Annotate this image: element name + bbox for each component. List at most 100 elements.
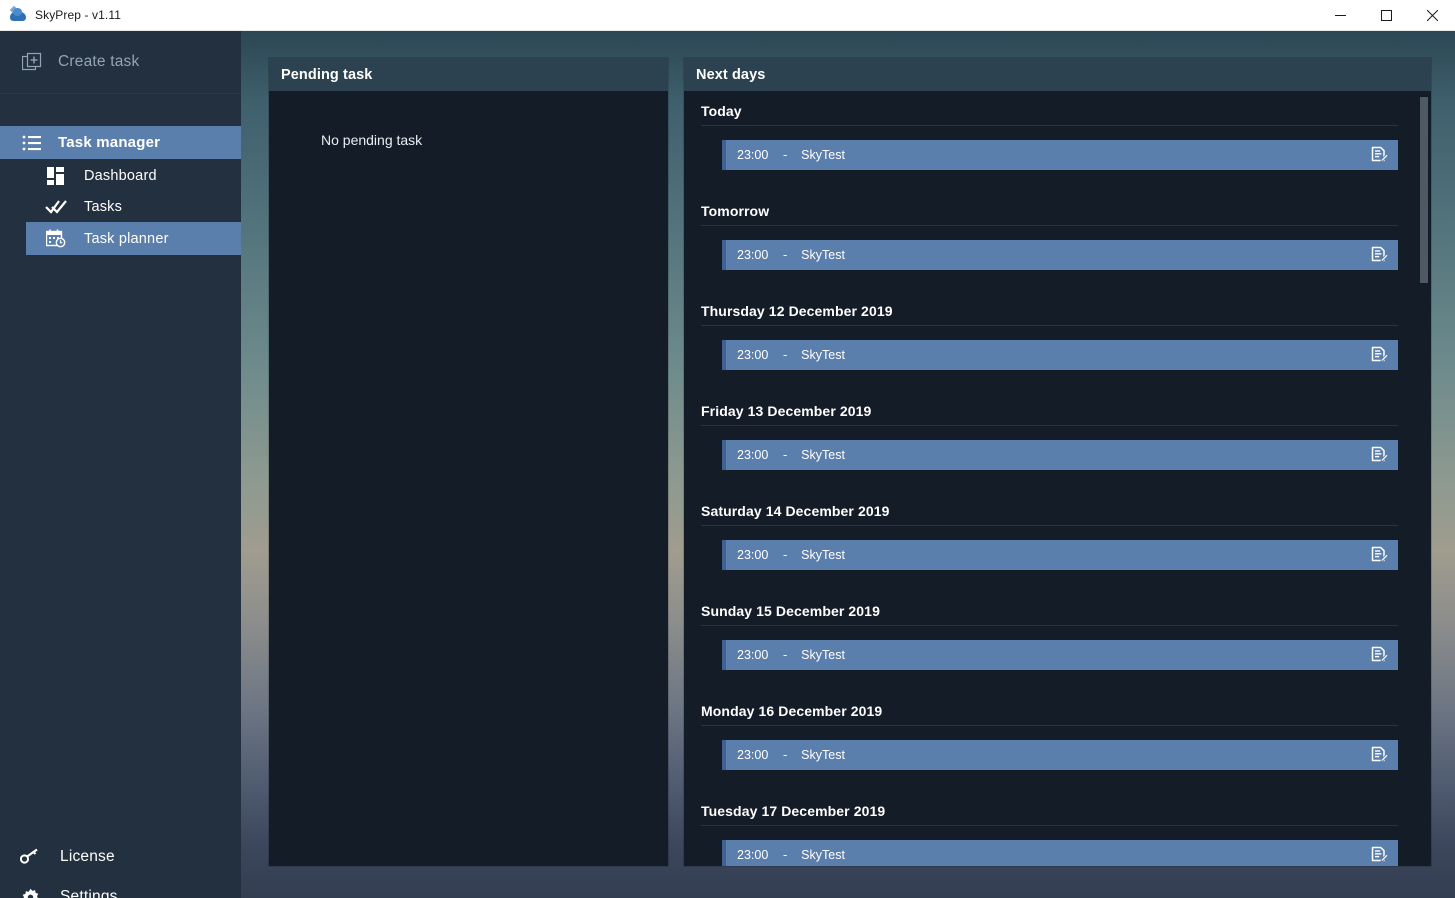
window-controls [1317, 0, 1455, 30]
day-divider [701, 125, 1398, 126]
add-square-icon [14, 52, 50, 72]
note-edit-icon[interactable] [1369, 345, 1389, 365]
note-edit-icon[interactable] [1369, 745, 1389, 765]
day-group: Saturday 14 December 2019 23:00- SkyTest [684, 503, 1431, 570]
day-title: Sunday 15 December 2019 [701, 603, 880, 619]
day-divider [701, 325, 1398, 326]
sidebar-item-tasks[interactable]: Tasks [0, 190, 241, 223]
task-row[interactable]: 23:00- SkyTest [722, 740, 1398, 770]
task-time: 23:00 [737, 748, 769, 762]
task-row[interactable]: 23:00- SkyTest [722, 140, 1398, 170]
note-edit-icon[interactable] [1369, 845, 1389, 865]
day-title: Tomorrow [701, 203, 770, 219]
day-divider [701, 225, 1398, 226]
window-title: SkyPrep - v1.11 [35, 8, 121, 22]
key-icon [12, 848, 48, 866]
task-separator: - [783, 748, 788, 762]
task-separator: - [783, 248, 788, 262]
minimize-icon[interactable] [1317, 0, 1363, 30]
task-time: 23:00 [737, 348, 769, 362]
day-divider [701, 425, 1398, 426]
task-row[interactable]: 23:00- SkyTest [722, 840, 1398, 866]
note-edit-icon[interactable] [1369, 545, 1389, 565]
task-row[interactable]: 23:00- SkyTest [722, 540, 1398, 570]
day-title: Thursday 12 December 2019 [701, 303, 893, 319]
cloud-icon [9, 5, 26, 23]
sidebar: Create task Task manager Dashboard Tasks… [0, 31, 241, 898]
task-time: 23:00 [737, 248, 769, 262]
day-divider [701, 825, 1398, 826]
task-separator: - [783, 548, 788, 562]
maximize-icon[interactable] [1363, 0, 1409, 30]
group-gap [684, 478, 1431, 503]
day-title: Monday 16 December 2019 [701, 703, 883, 719]
task-time: 23:00 [737, 548, 769, 562]
title-bar: SkyPrep - v1.11 [0, 0, 1455, 31]
next-days-title: Next days [696, 66, 766, 83]
next-days-scrollbar-track[interactable] [1417, 91, 1431, 866]
create-task-label: Create task [58, 53, 140, 70]
task-name: SkyTest [801, 348, 845, 362]
sidebar-item-dashboard[interactable]: Dashboard [0, 159, 241, 192]
calendar-clock-icon [38, 229, 74, 248]
group-gap [684, 778, 1431, 803]
day-group: Friday 13 December 2019 23:00- SkyTest [684, 403, 1431, 470]
note-edit-icon[interactable] [1369, 245, 1389, 265]
task-name: SkyTest [801, 548, 845, 562]
sidebar-item-license[interactable]: License [0, 840, 241, 874]
task-name: SkyTest [801, 148, 845, 162]
task-row[interactable]: 23:00- SkyTest [722, 440, 1398, 470]
sidebar-item-label: Dashboard [84, 167, 157, 184]
group-gap [684, 578, 1431, 603]
task-name: SkyTest [801, 648, 845, 662]
day-group: Monday 16 December 2019 23:00- SkyTest [684, 703, 1431, 770]
task-separator: - [783, 648, 788, 662]
task-name: SkyTest [801, 448, 845, 462]
sidebar-item-label: Task planner [84, 230, 169, 247]
day-divider [701, 725, 1398, 726]
sidebar-item-settings[interactable]: Settings [0, 880, 241, 898]
day-title: Saturday 14 December 2019 [701, 503, 890, 519]
task-separator: - [783, 148, 788, 162]
gear-icon [12, 888, 48, 898]
task-row[interactable]: 23:00- SkyTest [722, 240, 1398, 270]
sidebar-item-label: Settings [60, 888, 118, 898]
day-group: Sunday 15 December 2019 23:00- SkyTest [684, 603, 1431, 670]
task-row[interactable]: 23:00- SkyTest [722, 340, 1398, 370]
pending-task-header: Pending task [269, 58, 668, 91]
task-time: 23:00 [737, 648, 769, 662]
task-row[interactable]: 23:00- SkyTest [722, 640, 1398, 670]
group-gap [684, 678, 1431, 703]
task-time: 23:00 [737, 448, 769, 462]
next-days-scrollbar-thumb[interactable] [1420, 97, 1428, 283]
sidebar-item-task-manager[interactable]: Task manager [0, 126, 241, 159]
sidebar-item-label: License [60, 848, 115, 865]
next-days-header: Next days [684, 58, 1431, 91]
pending-empty-message: No pending task [321, 132, 423, 148]
pending-task-title: Pending task [281, 66, 373, 83]
day-group: Tomorrow 23:00- SkyTest [684, 203, 1431, 270]
day-divider [701, 625, 1398, 626]
group-gap [684, 178, 1431, 203]
task-name: SkyTest [801, 848, 845, 862]
close-icon[interactable] [1409, 0, 1455, 30]
day-group: Tuesday 17 December 2019 23:00- SkyTest [684, 803, 1431, 866]
note-edit-icon[interactable] [1369, 645, 1389, 665]
dashboard-icon [38, 166, 74, 185]
day-group: Today 23:00- SkyTest [684, 103, 1431, 170]
group-gap [684, 278, 1431, 303]
list-icon [14, 134, 50, 152]
task-name: SkyTest [801, 748, 845, 762]
note-edit-icon[interactable] [1369, 445, 1389, 465]
create-task-button[interactable]: Create task [0, 31, 241, 94]
task-separator: - [783, 348, 788, 362]
day-divider [701, 525, 1398, 526]
pending-task-panel: Pending task No pending task [269, 58, 668, 866]
note-edit-icon[interactable] [1369, 145, 1389, 165]
sidebar-item-task-planner[interactable]: Task planner [26, 222, 241, 255]
next-days-panel: Next days Today 23:00- SkyTest Tomorrow 23:0… [684, 58, 1431, 866]
day-title: Today [701, 103, 742, 119]
app-window: SkyPrep - v1.11 Create task Task manager… [0, 0, 1455, 898]
sidebar-item-label: Tasks [84, 198, 123, 215]
task-separator: - [783, 848, 788, 862]
